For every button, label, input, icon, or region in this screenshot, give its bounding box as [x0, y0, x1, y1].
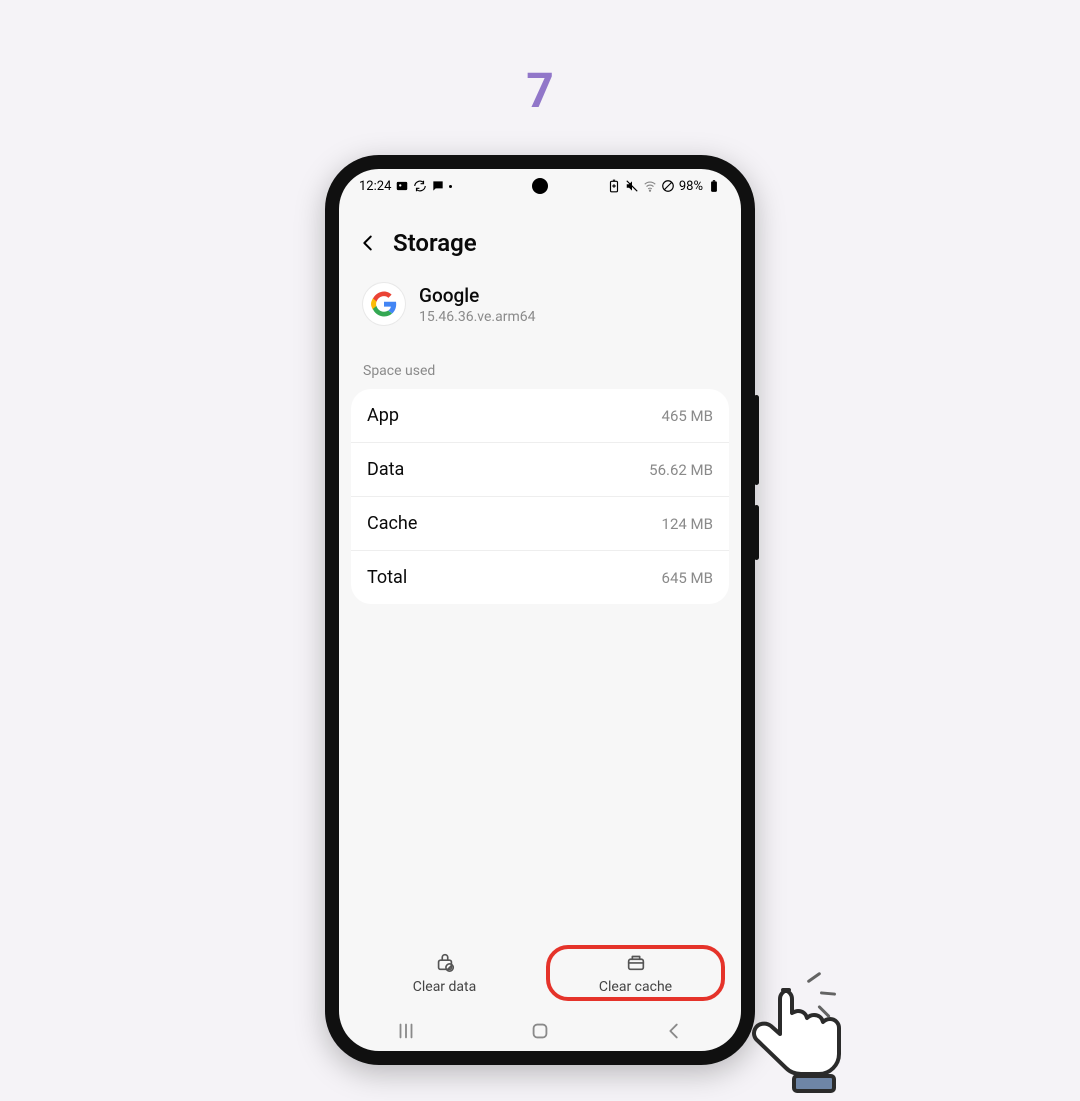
mute-icon: [625, 179, 639, 193]
power-button: [754, 505, 759, 560]
wifi-icon: [643, 179, 657, 193]
home-button[interactable]: [526, 1017, 554, 1045]
nav-back-button[interactable]: [660, 1017, 688, 1045]
app-name: Google: [419, 284, 535, 307]
android-navbar: [339, 1011, 741, 1051]
row-cache: Cache 124 MB: [351, 497, 729, 551]
row-label: Data: [367, 459, 404, 480]
row-label: Total: [367, 567, 407, 588]
app-version: 15.46.36.ve.arm64: [419, 309, 535, 325]
google-app-icon: [363, 283, 405, 325]
row-label: App: [367, 405, 399, 426]
pointer-hand-icon: [734, 972, 854, 1097]
row-label: Cache: [367, 513, 417, 534]
back-icon[interactable]: [357, 232, 379, 254]
section-label-space-used: Space used: [339, 353, 741, 389]
row-total: Total 645 MB: [351, 551, 729, 604]
step-number: 7: [526, 62, 554, 119]
row-app: App 465 MB: [351, 389, 729, 443]
clear-data-button[interactable]: Clear data: [349, 941, 540, 1005]
bottom-actions: Clear data Clear cache: [339, 931, 741, 1011]
battery-saver-icon: [607, 179, 621, 193]
clear-cache-label: Clear cache: [599, 979, 672, 995]
data-off-icon: [661, 179, 675, 193]
message-icon: [431, 179, 445, 193]
status-left: 12:24: [359, 179, 452, 194]
volume-rocker: [754, 395, 759, 485]
recents-button[interactable]: [392, 1017, 420, 1045]
clear-data-label: Clear data: [413, 979, 476, 995]
page-title: Storage: [393, 229, 477, 257]
battery-icon: [707, 179, 721, 193]
front-camera: [532, 178, 548, 194]
phone-screen: 12:24 98% Storage: [339, 169, 741, 1051]
phone-frame: 12:24 98% Storage: [325, 155, 755, 1065]
row-value: 465 MB: [662, 407, 713, 425]
battery-percent: 98%: [679, 179, 703, 194]
status-right: 98%: [607, 179, 721, 194]
gallery-icon: [395, 179, 409, 193]
row-value: 645 MB: [662, 569, 713, 587]
row-data: Data 56.62 MB: [351, 443, 729, 497]
status-time: 12:24: [359, 179, 391, 194]
clear-cache-button[interactable]: Clear cache: [540, 941, 731, 1005]
row-value: 56.62 MB: [649, 461, 713, 479]
clear-data-icon: [434, 951, 456, 973]
sync-icon: [413, 179, 427, 193]
row-value: 124 MB: [662, 515, 713, 533]
more-notifs-dot: [449, 185, 452, 188]
page-header: Storage: [339, 203, 741, 279]
app-header: Google 15.46.36.ve.arm64: [339, 279, 741, 353]
space-used-list: App 465 MB Data 56.62 MB Cache 124 MB To…: [351, 389, 729, 604]
clear-cache-icon: [625, 951, 647, 973]
